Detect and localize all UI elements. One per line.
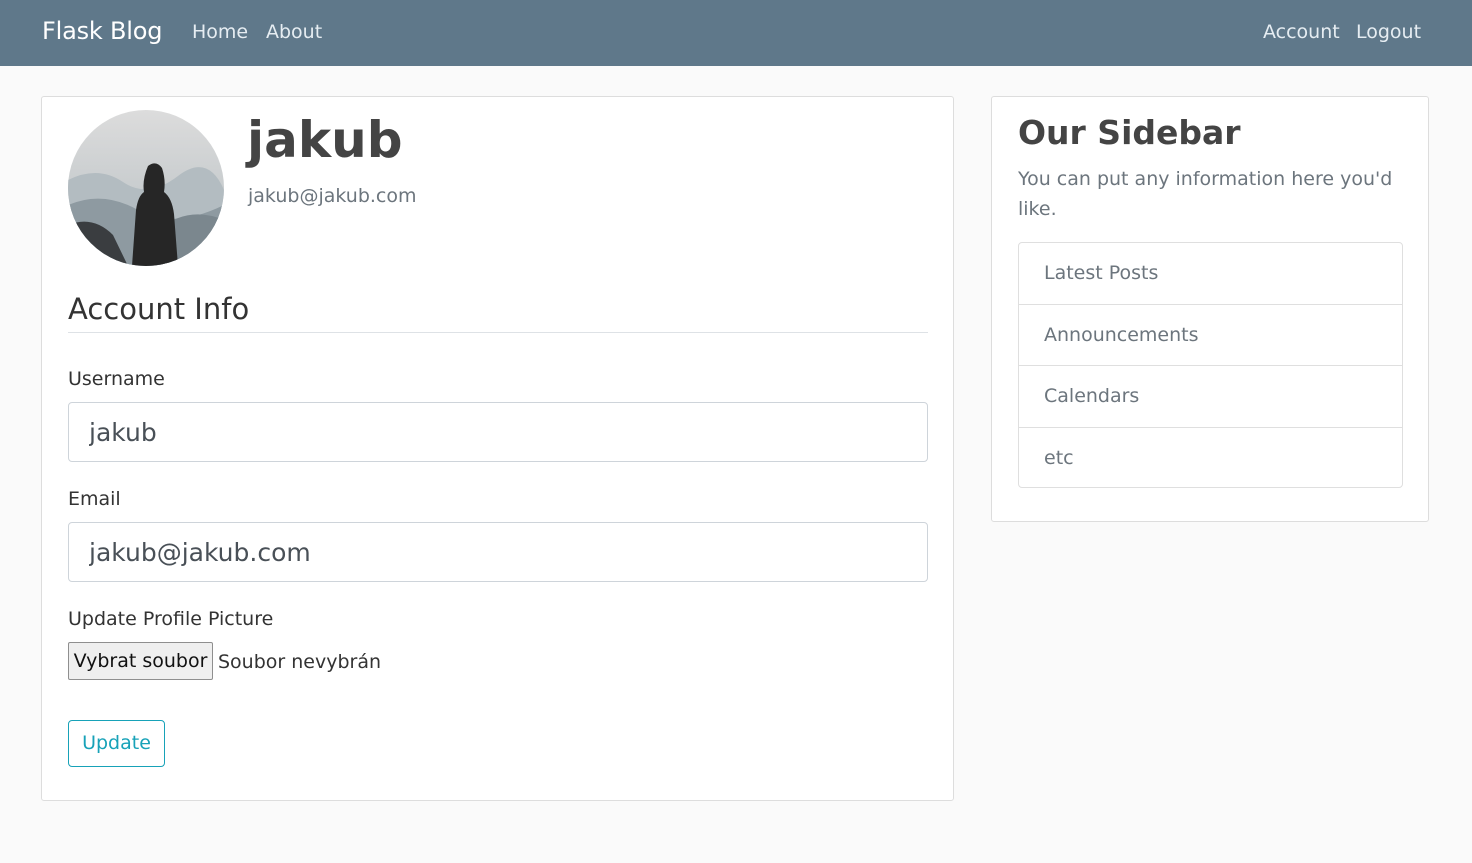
profile-username: jakub xyxy=(247,111,403,169)
top-navbar: Flask Blog Home About Account Logout xyxy=(0,0,1472,66)
sidebar-description: You can put any information here you'd l… xyxy=(1018,168,1393,220)
email-label: Email xyxy=(68,488,121,510)
sidebar-item-calendars[interactable]: Calendars xyxy=(1019,366,1402,428)
username-label: Username xyxy=(68,368,165,390)
sidebar-list: Latest Posts Announcements Calendars etc xyxy=(1018,242,1403,488)
brand-link[interactable]: Flask Blog xyxy=(42,17,162,45)
update-button[interactable]: Update xyxy=(68,720,165,767)
choose-file-button[interactable]: Vybrat soubor xyxy=(68,642,213,680)
nav-home-link[interactable]: Home xyxy=(192,21,248,43)
username-input[interactable] xyxy=(68,402,928,462)
file-status-text: Soubor nevybrán xyxy=(218,651,382,673)
account-card: jakub jakub@jakub.com Account Info Usern… xyxy=(41,96,954,801)
nav-logout-link[interactable]: Logout xyxy=(1356,21,1421,43)
account-info-legend: Account Info xyxy=(68,292,928,333)
picture-label: Update Profile Picture xyxy=(68,608,274,630)
email-input[interactable] xyxy=(68,522,928,582)
sidebar-item-etc[interactable]: etc xyxy=(1019,428,1402,488)
nav-about-link[interactable]: About xyxy=(266,21,322,43)
profile-email: jakub@jakub.com xyxy=(248,185,417,207)
sidebar-card: Our Sidebar You can put any information … xyxy=(991,96,1429,522)
profile-photo-icon xyxy=(68,110,224,266)
nav-account-link[interactable]: Account xyxy=(1263,21,1340,43)
sidebar-title: Our Sidebar xyxy=(1018,113,1241,152)
sidebar-item-announcements[interactable]: Announcements xyxy=(1019,305,1402,366)
sidebar-item-latest-posts[interactable]: Latest Posts xyxy=(1019,243,1402,305)
